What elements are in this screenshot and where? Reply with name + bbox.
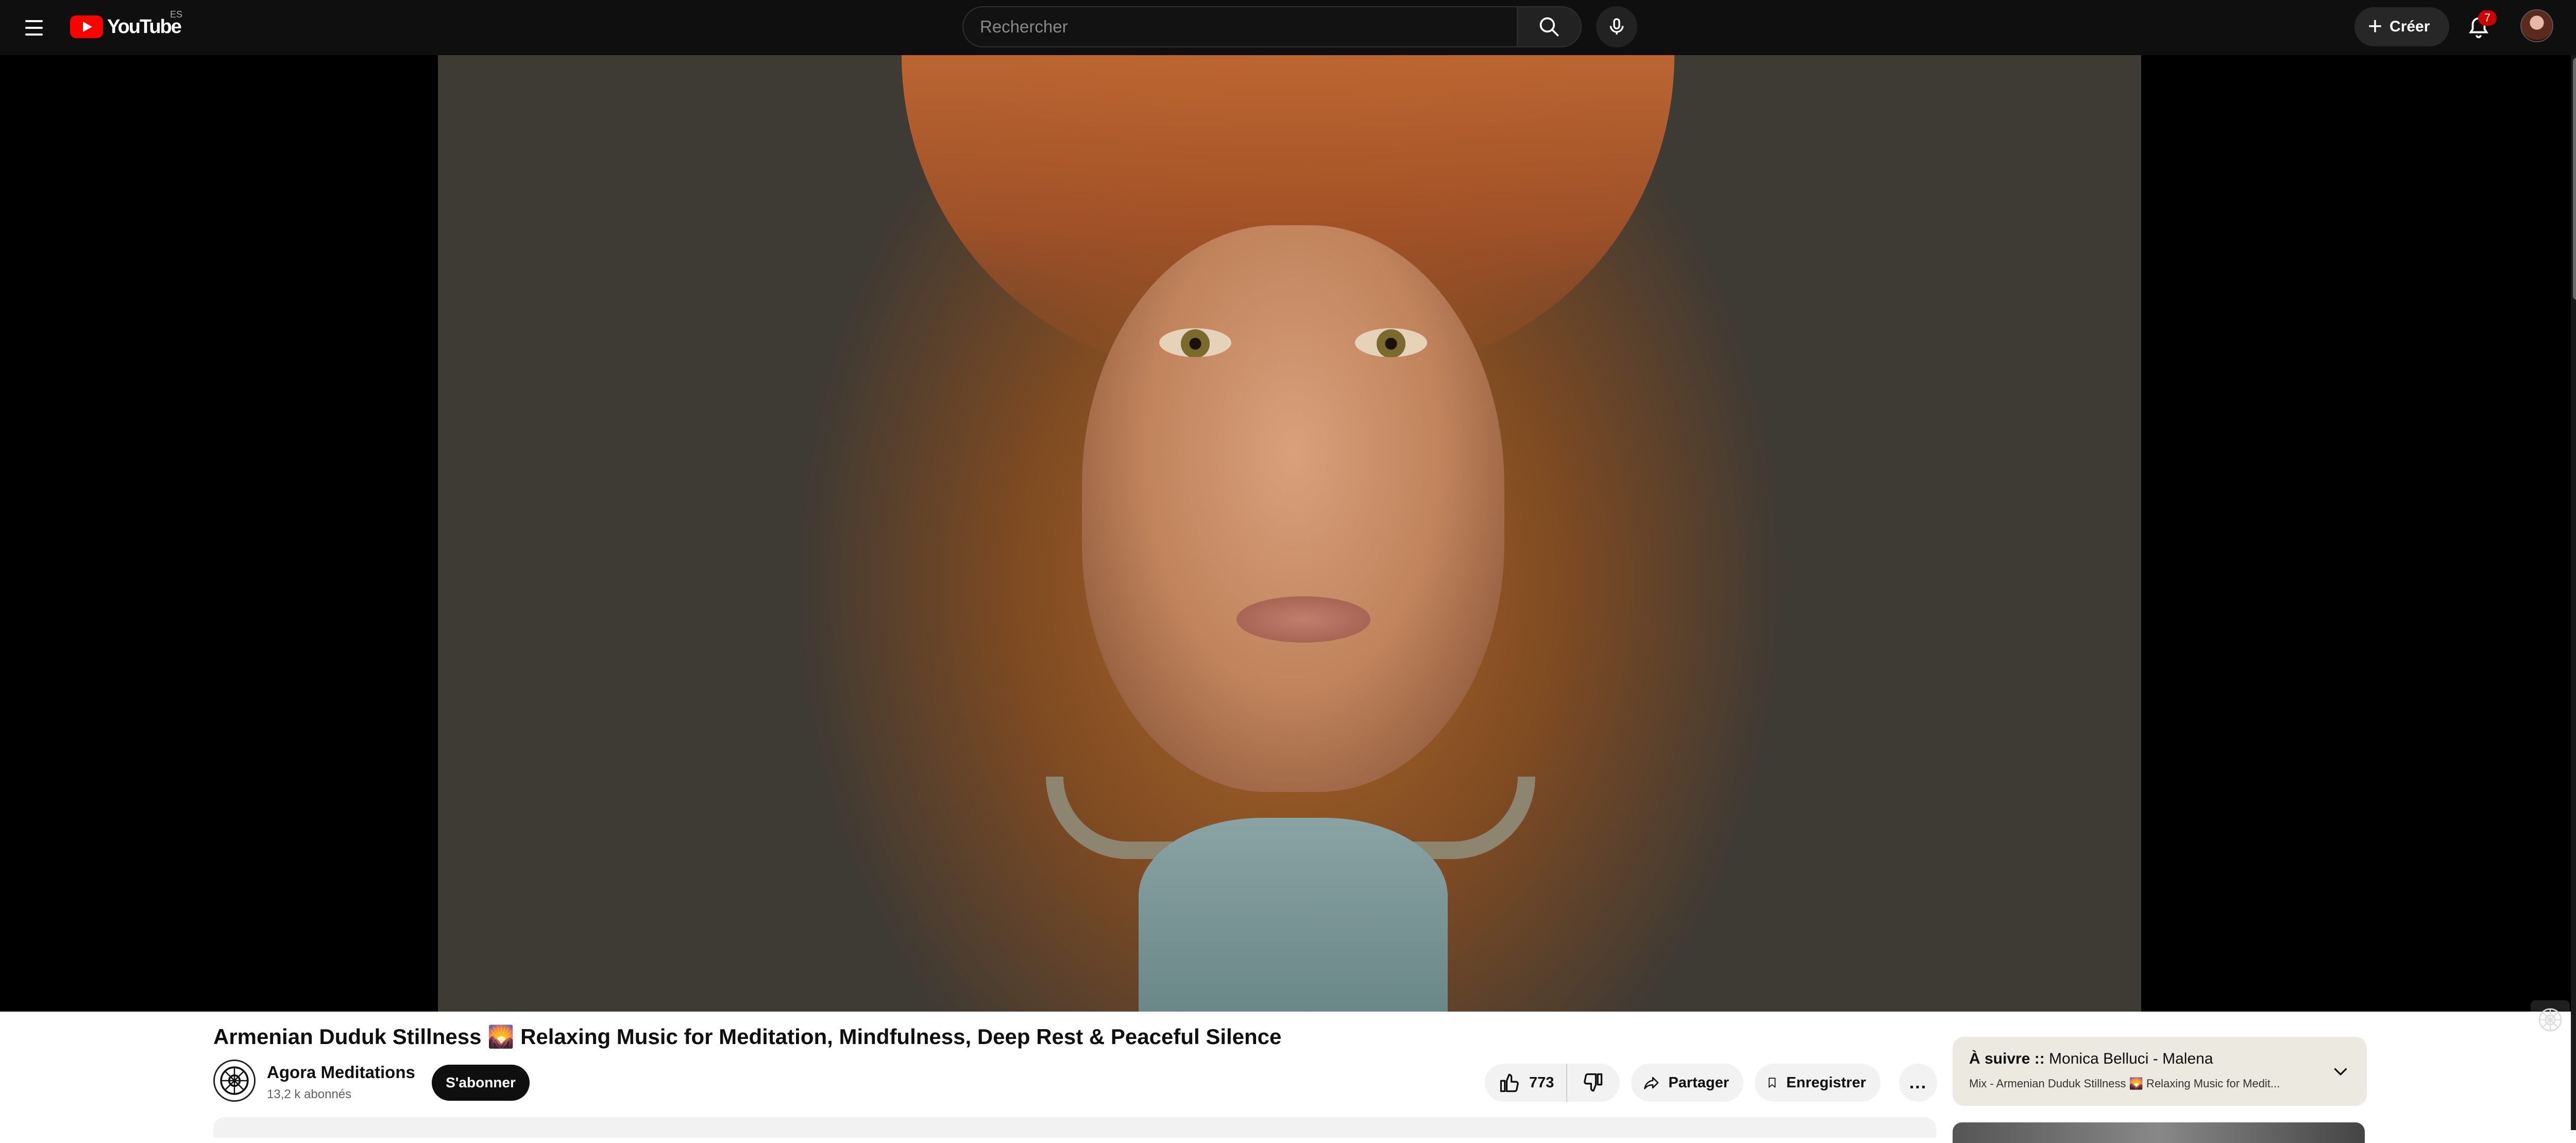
subscriber-count: 13,2 k abonnés xyxy=(267,1087,352,1101)
video-collar xyxy=(1139,818,1448,1012)
video-player[interactable] xyxy=(0,55,2576,1039)
voice-search-button[interactable] xyxy=(1596,6,1637,47)
thumbs-up-icon xyxy=(1500,1073,1519,1092)
up-next-card[interactable]: À suivre :: Monica Belluci - Malena Mix … xyxy=(1953,1037,2367,1106)
channel-name[interactable]: Agora Meditations xyxy=(267,1063,415,1082)
menu-icon-line xyxy=(25,33,43,36)
user-avatar[interactable] xyxy=(2520,9,2553,42)
channel-avatar[interactable] xyxy=(213,1060,256,1102)
youtube-logo[interactable]: YouTube xyxy=(70,12,182,41)
subscribe-button[interactable]: S'abonner xyxy=(432,1065,530,1101)
video-eye-left xyxy=(1159,328,1231,357)
share-button[interactable]: Partager xyxy=(1631,1064,1743,1102)
menu-icon-line xyxy=(25,20,43,22)
search-input[interactable] xyxy=(962,6,1517,47)
video-eye-right xyxy=(1355,328,1427,357)
mandala-icon xyxy=(2538,1008,2562,1032)
save-button[interactable]: Enregistrer xyxy=(1755,1064,1880,1102)
top-bar: YouTube ES + Créer 7 xyxy=(0,0,2576,55)
mandala-icon xyxy=(220,1066,249,1095)
create-label: Créer xyxy=(2389,18,2430,35)
create-button[interactable]: + Créer xyxy=(2354,7,2449,46)
description-box[interactable] xyxy=(213,1117,1936,1138)
video-lips xyxy=(1236,596,1370,643)
video-face xyxy=(1082,225,1504,792)
share-label: Partager xyxy=(1668,1074,1729,1091)
chevron-down-icon xyxy=(2334,1068,2347,1075)
search-button[interactable] xyxy=(1517,6,1582,47)
up-next-video-title: Monica Belluci - Malena xyxy=(2044,1050,2213,1067)
share-icon xyxy=(1644,1077,1659,1089)
notification-badge: 7 xyxy=(2478,10,2497,26)
bookmark-icon xyxy=(1768,1078,1776,1088)
up-next-title: À suivre :: Monica Belluci - Malena xyxy=(1969,1050,2213,1068)
plus-icon: + xyxy=(2368,13,2383,40)
microphone-icon xyxy=(1609,18,1624,35)
like-button[interactable]: 773 xyxy=(1485,1064,1567,1102)
like-dislike-group: 773 xyxy=(1485,1064,1620,1102)
video-title: Armenian Duduk Stillness 🌄 Relaxing Musi… xyxy=(213,1024,1282,1049)
search-bar xyxy=(962,6,1582,47)
menu-button[interactable] xyxy=(20,13,48,42)
up-next-subtitle: Mix - Armenian Duduk Stillness 🌄 Relaxin… xyxy=(1969,1077,2280,1090)
recommended-video-thumbnail[interactable] xyxy=(1953,1122,2365,1143)
scrollbar-thumb[interactable] xyxy=(2573,58,2576,300)
youtube-play-icon xyxy=(70,15,103,38)
more-actions-button[interactable]: ... xyxy=(1899,1064,1937,1102)
channel-watermark-icon[interactable] xyxy=(2531,1000,2570,1039)
more-icon: ... xyxy=(1909,1072,1927,1092)
video-frame[interactable] xyxy=(438,55,2141,1012)
menu-icon-line xyxy=(25,27,43,29)
expand-button[interactable] xyxy=(2329,1060,2352,1083)
save-label: Enregistrer xyxy=(1786,1074,1866,1091)
search-icon xyxy=(1539,17,1559,37)
like-count: 773 xyxy=(1529,1074,1554,1091)
thumbs-down-icon xyxy=(1584,1073,1603,1092)
up-next-prefix: À suivre :: xyxy=(1969,1050,2045,1067)
country-code: ES xyxy=(170,9,183,20)
dislike-button[interactable] xyxy=(1567,1064,1619,1102)
